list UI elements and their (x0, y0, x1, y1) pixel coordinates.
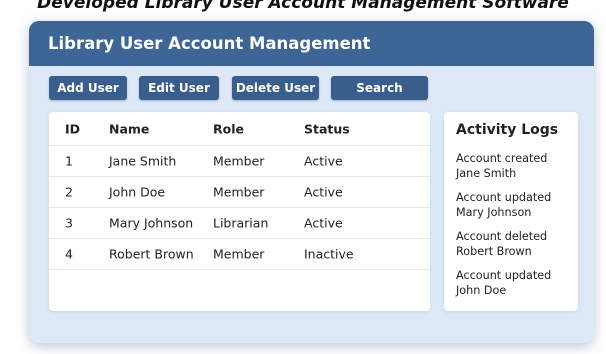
table-header: ID Name Role Status (49, 112, 430, 145)
log-entry: Account created Jane Smith (456, 151, 576, 181)
cell-role: Librarian (213, 215, 269, 231)
cell-status: Active (304, 184, 343, 200)
add-user-button[interactable]: Add User (49, 76, 127, 100)
edit-user-button[interactable]: Edit User (139, 76, 219, 100)
delete-user-button[interactable]: Delete User (232, 76, 319, 100)
activity-logs-panel: Activity Logs Account created Jane Smith… (444, 112, 578, 311)
cell-name: John Doe (109, 184, 166, 200)
cell-status: Active (304, 215, 343, 231)
cell-id: 1 (65, 153, 73, 169)
log-action: Account updated (456, 191, 552, 204)
log-user: John Doe (456, 284, 507, 297)
log-user: Jane Smith (456, 167, 517, 180)
search-button[interactable]: Search (331, 76, 428, 100)
log-action: Account deleted (456, 230, 548, 243)
table-row[interactable]: 2 John Doe Member Active (49, 176, 430, 207)
cell-name: Jane Smith (109, 153, 177, 169)
app-window: Library User Account Management Add User… (29, 21, 594, 343)
app-title: Library User Account Management (48, 34, 371, 53)
log-user: Robert Brown (456, 245, 532, 258)
column-header-status: Status (304, 121, 350, 136)
cell-status: Active (304, 153, 343, 169)
image-caption: Developed Library User Account Managemen… (37, 0, 569, 13)
table-row[interactable]: 4 Robert Brown Member Inactive (49, 238, 430, 270)
log-action: Account created (456, 152, 548, 165)
table-row[interactable]: 3 Mary Johnson Librarian Active (49, 207, 430, 238)
cell-name: Mary Johnson (109, 215, 194, 231)
log-action: Account updated (456, 269, 552, 282)
cell-id: 2 (65, 184, 73, 200)
log-entry: Account deleted Robert Brown (456, 229, 576, 259)
table-row[interactable]: 1 Jane Smith Member Active (49, 145, 430, 176)
cell-role: Member (213, 184, 265, 200)
column-header-role: Role (213, 121, 244, 136)
log-user: Mary Johnson (456, 206, 532, 219)
cell-name: Robert Brown (109, 246, 194, 262)
cell-status: Inactive (304, 246, 354, 262)
log-entry: Account updated John Doe (456, 268, 576, 298)
column-header-name: Name (109, 121, 150, 136)
cell-id: 3 (65, 215, 73, 231)
cell-role: Member (213, 153, 265, 169)
cell-id: 4 (65, 246, 73, 262)
activity-logs-title: Activity Logs (456, 122, 559, 138)
log-entry: Account updated Mary Johnson (456, 190, 576, 220)
user-table: ID Name Role Status 1 Jane Smith Member … (49, 112, 430, 311)
column-header-id: ID (65, 121, 81, 136)
title-bar: Library User Account Management (29, 21, 594, 66)
cell-role: Member (213, 246, 265, 262)
